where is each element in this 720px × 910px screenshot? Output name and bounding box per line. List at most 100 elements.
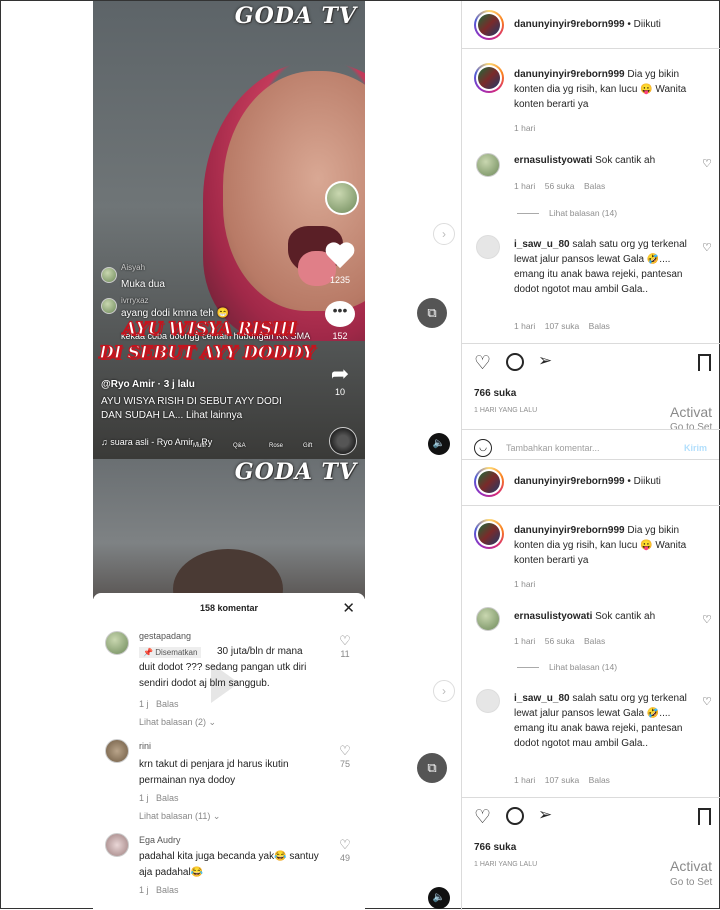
comment-post-icon[interactable]: [506, 353, 524, 371]
reply-button[interactable]: Balas: [156, 699, 179, 709]
reply-button[interactable]: Balas: [584, 181, 605, 191]
post-author-username[interactable]: danunyinyir9reborn999: [514, 19, 625, 30]
creator-avatar[interactable]: [325, 181, 359, 215]
caption-username[interactable]: danunyinyir9reborn999: [514, 69, 625, 80]
emoji-icon[interactable]: ◡: [474, 439, 492, 457]
comment-avatar[interactable]: [476, 689, 500, 713]
comments-header: 158 komentar: [199, 603, 259, 613]
sound-icon[interactable]: 🔈: [428, 887, 450, 909]
avatar[interactable]: [105, 631, 129, 655]
reply-button[interactable]: Balas: [589, 775, 610, 785]
overlay-text: ayang dodi kmna teh 😁: [121, 308, 230, 319]
comment-button[interactable]: ••• 152: [323, 301, 357, 341]
comment-username[interactable]: i_saw_u_80: [514, 239, 570, 250]
sound-disc[interactable]: [329, 427, 357, 455]
reply-button[interactable]: Balas: [584, 636, 605, 646]
save-post-icon[interactable]: [698, 354, 711, 371]
comment-user[interactable]: rini: [139, 741, 151, 751]
rose-icon[interactable]: Rose: [269, 443, 283, 449]
comment-post-icon[interactable]: [506, 807, 524, 825]
gift-icon[interactable]: Gift: [303, 443, 312, 449]
comment-avatar[interactable]: [476, 153, 500, 177]
qa-icon[interactable]: Q&A: [233, 443, 246, 449]
comment-count: 152: [332, 331, 348, 341]
avatar: [101, 298, 117, 314]
avatar[interactable]: [105, 833, 129, 857]
comment-heart-icon[interactable]: ♡: [702, 695, 712, 708]
sound-icon[interactable]: 🔈: [428, 433, 450, 455]
comment-likes[interactable]: 56 suka: [545, 181, 575, 191]
pip-icon[interactable]: ⧉: [417, 298, 447, 328]
avatar[interactable]: [105, 739, 129, 763]
caption: danunyinyir9reborn999 Dia yg bikin konte…: [514, 67, 704, 112]
share-post-icon[interactable]: ➢: [538, 351, 552, 371]
heart-icon: ♡: [339, 837, 351, 852]
comment-time: 1 j: [139, 885, 149, 895]
like-count: 1235: [329, 275, 351, 285]
heart-icon: ♡: [339, 633, 351, 648]
view-replies-label: Lihat balasan (11): [139, 811, 211, 821]
view-replies[interactable]: Lihat balasan (2) ⌄: [139, 717, 216, 728]
ig-panel-bottom: danunyinyir9reborn999 • Diikuti danunyin…: [462, 459, 720, 910]
comment-heart-icon[interactable]: ♡: [702, 241, 712, 254]
like-count: 49: [339, 853, 350, 863]
comment-user[interactable]: Ega Audry: [139, 835, 181, 845]
reply-button[interactable]: Balas: [589, 321, 610, 331]
follow-status[interactable]: • Diikuti: [627, 19, 661, 30]
add-comment-input[interactable]: Tambahkan komentar...: [506, 443, 600, 453]
caption-avatar[interactable]: [474, 63, 504, 93]
comment-meta: 1 hari 56 suka Balas: [514, 636, 605, 646]
comment-likes[interactable]: 107 suka: [545, 775, 580, 785]
post-author-avatar[interactable]: [474, 10, 504, 40]
comment-likes[interactable]: 56 suka: [545, 636, 575, 646]
view-replies[interactable]: Lihat balasan (14): [517, 662, 617, 672]
next-arrow-icon[interactable]: ›: [433, 680, 455, 702]
avatar: [101, 267, 117, 283]
comment-avatar[interactable]: [476, 607, 500, 631]
caption-username[interactable]: danunyinyir9reborn999: [514, 525, 625, 536]
reply-button[interactable]: Balas: [156, 885, 179, 895]
send-button[interactable]: Kirim: [684, 443, 707, 453]
comment-username[interactable]: i_saw_u_80: [514, 693, 570, 704]
share-button[interactable]: ➦ 10: [325, 361, 355, 397]
comment-heart-icon[interactable]: ♡: [702, 157, 712, 170]
comment-username[interactable]: ernasulistyowati: [514, 611, 592, 622]
view-replies[interactable]: Lihat balasan (11) ⌄: [139, 811, 220, 822]
caption-avatar[interactable]: [474, 519, 504, 549]
view-replies[interactable]: Lihat balasan (14): [517, 208, 617, 218]
comment-heart-icon[interactable]: ♡: [702, 613, 712, 626]
like-post-icon[interactable]: ♡: [474, 806, 491, 829]
comment-likes[interactable]: 107 suka: [545, 321, 580, 331]
comments-sheet: 158 komentar ✕ gestapadang 📌 Disematkan …: [93, 593, 365, 910]
multi-icon[interactable]: Multi: [193, 443, 206, 449]
comment-like[interactable]: ♡ 49: [335, 837, 355, 863]
comment-time: 1 hari: [514, 321, 536, 331]
post-author-avatar[interactable]: [474, 467, 504, 497]
like-button[interactable]: 1235: [325, 243, 355, 285]
tiktok-video-bottom[interactable]: GODA TV: [93, 459, 365, 599]
pip-icon[interactable]: ⧉: [417, 753, 447, 783]
post-likes[interactable]: 766 suka: [474, 842, 516, 853]
close-icon[interactable]: ✕: [342, 599, 355, 617]
comment-username[interactable]: ernasulistyowati: [514, 155, 592, 166]
comment-avatar[interactable]: [476, 235, 500, 259]
comment-like[interactable]: ♡ 11: [335, 633, 355, 659]
comment-time: 1 j: [139, 699, 149, 709]
comment-user[interactable]: gestapadang: [139, 631, 191, 641]
reply-button[interactable]: Balas: [156, 793, 179, 803]
post-likes[interactable]: 766 suka: [474, 388, 516, 399]
share-post-icon[interactable]: ➢: [538, 805, 552, 825]
follow-status[interactable]: • Diikuti: [627, 476, 661, 487]
tiktok-video-top[interactable]: GODA TV Aisyah Muka dua ivrryxaz ayang d…: [93, 1, 365, 459]
comment-meta: 1 j Balas: [139, 885, 179, 895]
like-post-icon[interactable]: ♡: [474, 352, 491, 375]
video-description[interactable]: AYU WISYA RISIH DI SEBUT AYY DODI DAN SU…: [101, 395, 301, 423]
save-post-icon[interactable]: [698, 808, 711, 825]
comment-text: Sok cantik ah: [595, 611, 656, 622]
comment-item: ernasulistyowati Sok cantik ah: [514, 155, 694, 166]
post-author-username[interactable]: danunyinyir9reborn999: [514, 476, 625, 487]
next-arrow-icon[interactable]: ›: [433, 223, 455, 245]
comment-like[interactable]: ♡ 75: [335, 743, 355, 769]
comment-meta: 1 hari 107 suka Balas: [514, 321, 610, 331]
video-author[interactable]: @Ryo Amir · 3 j lalu: [101, 379, 195, 390]
